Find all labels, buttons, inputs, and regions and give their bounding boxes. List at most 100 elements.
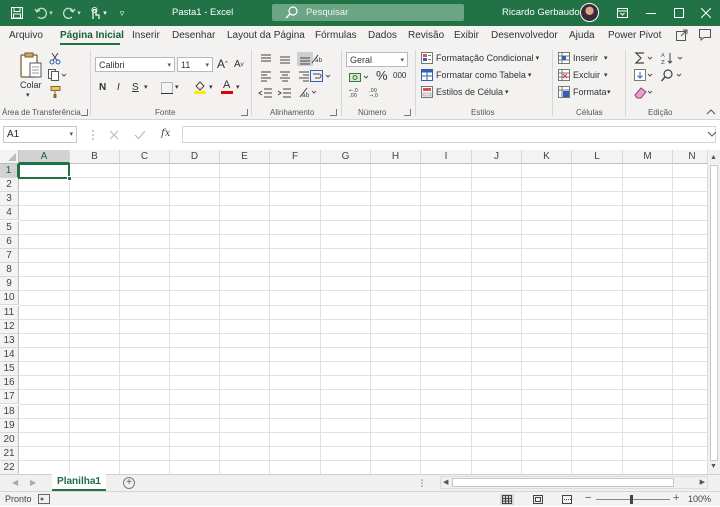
copy-icon[interactable] [48, 69, 68, 81]
row-header-5[interactable]: 5 [0, 220, 19, 235]
column-header-i[interactable]: I [421, 150, 472, 164]
zoom-out-icon[interactable]: − [585, 492, 591, 504]
row-header-9[interactable]: 9 [0, 277, 19, 292]
wrap-text-icon[interactable] [310, 70, 334, 83]
next-sheet-icon[interactable]: ▶ [30, 478, 36, 487]
font-name-combo[interactable]: Calibri ▾ [95, 57, 175, 72]
touch-dropdown-icon[interactable]: ▾ [101, 4, 109, 22]
decrease-indent-icon[interactable] [258, 87, 277, 99]
customize-toolbar-icon[interactable]: ▿ [116, 4, 128, 22]
zoom-slider-track[interactable] [596, 499, 670, 500]
normal-view-icon[interactable] [500, 494, 514, 505]
select-all-corner[interactable] [0, 150, 19, 164]
selected-cell-a1[interactable] [18, 163, 70, 179]
underline-button[interactable]: S [132, 82, 139, 93]
page-layout-view-icon[interactable] [531, 494, 545, 505]
collapse-ribbon-icon[interactable] [706, 108, 716, 116]
zoom-level[interactable]: 100% [688, 494, 711, 504]
column-header-f[interactable]: F [270, 150, 321, 164]
row-header-21[interactable]: 21 [0, 447, 19, 461]
spreadsheet-grid[interactable]: ABCDEFGHIJKLMN 1 2 3 4 5 6 7 8 9 10 11 12 13 14 15 16 17… [0, 150, 712, 474]
ribbon-display-options-icon[interactable] [611, 3, 633, 23]
column-header-k[interactable]: K [522, 150, 572, 164]
column-header-e[interactable]: E [220, 150, 270, 164]
row-header-19[interactable]: 19 [0, 418, 19, 433]
insert-function-button[interactable]: fx [161, 128, 170, 139]
vertical-scroll-thumb[interactable] [710, 165, 718, 461]
row-header-11[interactable]: 11 [0, 305, 19, 320]
row-header-15[interactable]: 15 [0, 362, 19, 377]
scroll-left-icon[interactable]: ◀ [443, 478, 448, 486]
align-left-icon[interactable] [258, 70, 277, 83]
increase-indent-icon[interactable] [277, 87, 296, 99]
confirm-entry-icon[interactable] [134, 129, 146, 141]
maximize-icon[interactable] [668, 3, 690, 23]
expand-formula-bar-icon[interactable] [707, 130, 717, 140]
zoom-slider-thumb[interactable] [630, 495, 633, 504]
column-header-c[interactable]: C [120, 150, 170, 164]
top-align-icon[interactable] [258, 52, 277, 66]
tab-exibir[interactable]: Exibir [454, 30, 479, 41]
bold-button[interactable]: N [99, 82, 106, 93]
row-header-17[interactable]: 17 [0, 390, 19, 405]
row-header-1[interactable]: 1 [0, 164, 19, 178]
sort-filter-icon[interactable]: AZ [661, 51, 687, 66]
font-color-icon[interactable]: A [221, 79, 233, 94]
fill-color-icon[interactable] [194, 80, 206, 94]
italic-button[interactable]: I [117, 82, 120, 93]
percent-button[interactable]: % [376, 68, 388, 83]
tab-ajuda[interactable]: Ajuda [569, 30, 595, 41]
row-header-4[interactable]: 4 [0, 206, 19, 221]
tab-desenhar[interactable]: Desenhar [172, 30, 215, 41]
paste-icon[interactable] [19, 52, 43, 80]
format-cells-button[interactable]: Formatar ▾ [558, 86, 611, 98]
fill-color-dropdown-icon[interactable]: ▾ [209, 83, 213, 91]
vertical-scrollbar[interactable]: ▲ ▼ [707, 150, 720, 476]
row-header-8[interactable]: 8 [0, 263, 19, 278]
tab-power-pivot[interactable]: Power Pivot [608, 30, 661, 41]
user-name[interactable]: Ricardo Gerbaudo [502, 7, 580, 18]
tab-desenvolvedor[interactable]: Desenvolvedor [491, 30, 558, 41]
autosum-icon[interactable] [634, 51, 658, 65]
tab-formulas[interactable]: Fórmulas [315, 30, 357, 41]
scroll-down-icon[interactable]: ▼ [710, 463, 717, 470]
number-launcher-icon[interactable] [404, 109, 411, 116]
clear-icon[interactable] [634, 86, 658, 99]
underline-dropdown-icon[interactable]: ▾ [144, 83, 148, 91]
tab-revisao[interactable]: Revisão [408, 30, 444, 41]
column-header-h[interactable]: H [371, 150, 421, 164]
cell-styles-button[interactable]: Estilos de Célula ▾ [421, 86, 509, 98]
name-box[interactable]: A1 ▾ [3, 126, 77, 143]
previous-sheet-icon[interactable]: ◀ [12, 478, 18, 487]
tab-pagina-inicial[interactable]: Página Inicial [60, 30, 124, 41]
macro-recording-icon[interactable] [38, 494, 50, 504]
paste-label[interactable]: Colar [20, 80, 42, 90]
decrease-decimal-icon[interactable] [369, 86, 387, 98]
avatar[interactable] [580, 3, 599, 22]
find-select-icon[interactable] [660, 69, 687, 82]
sheet-tab-planilha1[interactable]: Planilha1 [52, 474, 106, 491]
add-sheet-icon[interactable]: + [123, 477, 135, 489]
formula-input[interactable] [182, 126, 716, 143]
horizontal-scroll-thumb[interactable] [452, 478, 674, 487]
shrink-font-button[interactable]: Av [234, 59, 244, 70]
column-header-d[interactable]: D [170, 150, 220, 164]
comments-icon[interactable] [699, 29, 713, 43]
tab-inserir[interactable]: Inserir [132, 30, 160, 41]
row-header-7[interactable]: 7 [0, 248, 19, 263]
cancel-entry-icon[interactable] [108, 129, 120, 141]
format-painter-icon[interactable] [48, 86, 62, 98]
scroll-up-icon[interactable]: ▲ [710, 154, 717, 161]
column-header-l[interactable]: L [572, 150, 623, 164]
align-center-icon[interactable] [277, 70, 296, 83]
column-header-a[interactable]: A [19, 150, 70, 164]
row-header-12[interactable]: 12 [0, 319, 19, 334]
grow-font-button[interactable]: A ^ [217, 57, 228, 71]
formula-bar-splitter[interactable] [91, 129, 95, 141]
fill-handle[interactable] [67, 176, 72, 181]
save-icon[interactable] [8, 4, 26, 22]
format-as-table-button[interactable]: Formatar como Tabela ▾ [421, 69, 531, 81]
row-header-3[interactable]: 3 [0, 192, 19, 207]
column-header-b[interactable]: B [70, 150, 120, 164]
tab-arquivo[interactable]: Arquivo [9, 30, 43, 41]
